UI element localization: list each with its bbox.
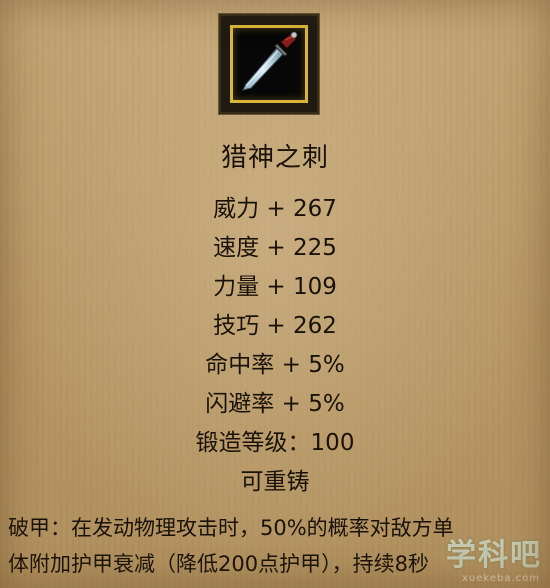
stat-hit-rate: 命中率 + 5%	[205, 352, 345, 378]
watermark-url: xuekeba.com	[461, 573, 540, 584]
stat-reforgeable: 可重铸	[240, 469, 310, 495]
stat-strength: 力量 + 109	[213, 274, 337, 300]
stat-power: 威力 + 267	[213, 196, 337, 222]
stat-dodge-rate: 闪避率 + 5%	[205, 391, 345, 417]
stat-list: 威力 + 267 速度 + 225 力量 + 109 技巧 + 262 命中率 …	[0, 190, 550, 502]
watermark: 学科吧	[446, 538, 542, 573]
item-icon-slot[interactable]	[219, 14, 319, 114]
stat-forge-level: 锻造等级：100	[195, 430, 355, 456]
stat-speed: 速度 + 225	[213, 235, 337, 261]
item-tooltip-panel: 猎神之刺 威力 + 267 速度 + 225 力量 + 109 技巧 + 262…	[0, 0, 550, 588]
item-icon-border	[230, 25, 308, 103]
item-name: 猎神之刺	[220, 143, 329, 173]
stat-skill: 技巧 + 262	[213, 313, 337, 339]
knife-icon	[242, 31, 298, 91]
